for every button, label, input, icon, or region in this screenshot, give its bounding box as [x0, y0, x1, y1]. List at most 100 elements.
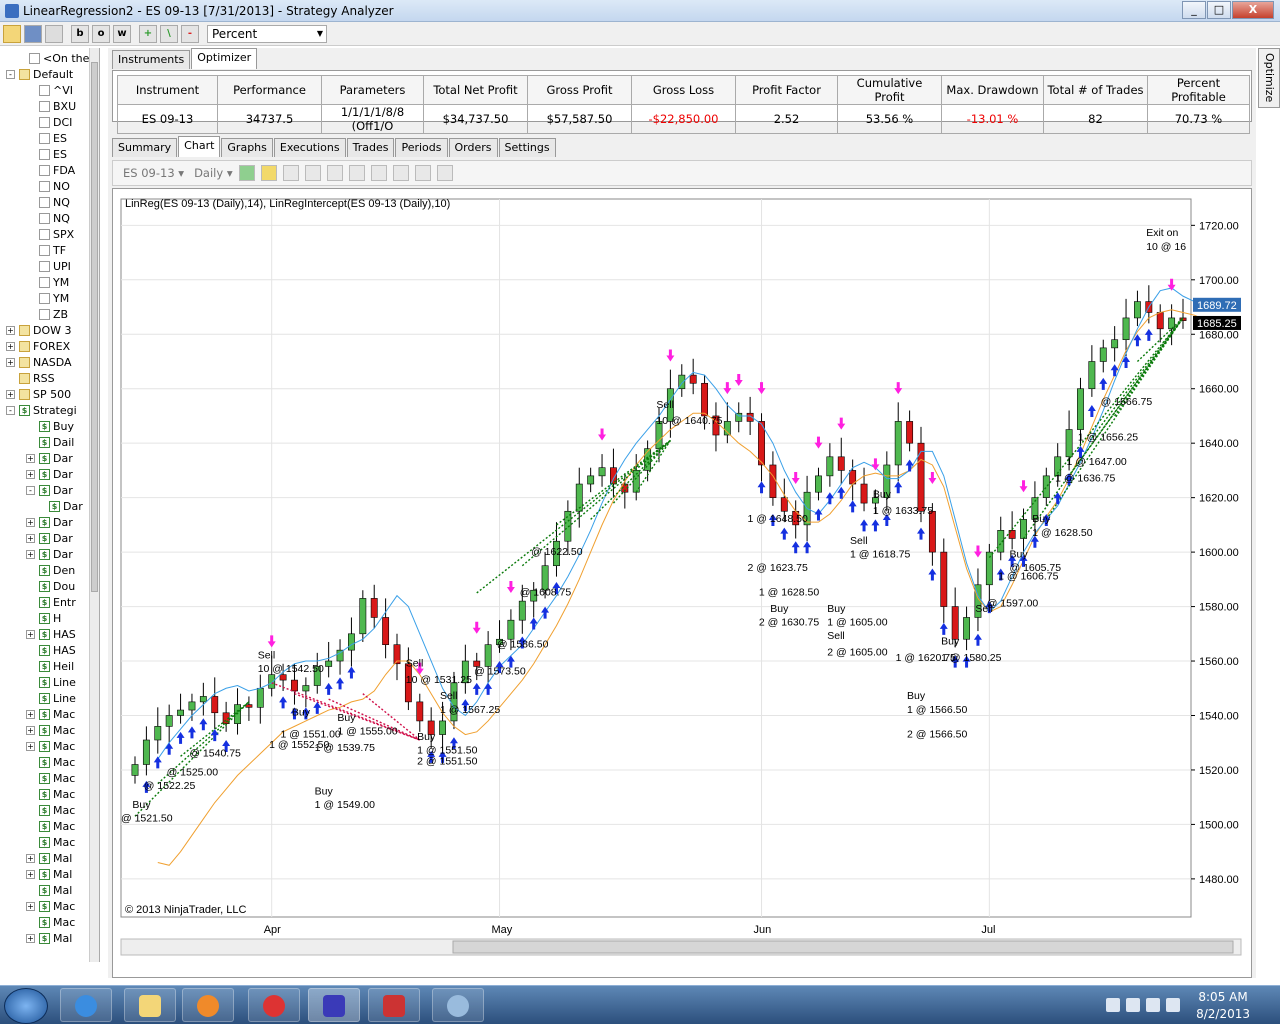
- candle[interactable]: [826, 456, 834, 477]
- sidebar-item[interactable]: + NASDA: [6, 354, 96, 370]
- tab-chart[interactable]: Chart: [178, 136, 221, 157]
- candle[interactable]: [1020, 519, 1027, 539]
- sidebar-item[interactable]: + SP 500: [6, 386, 96, 402]
- bar-type-icon[interactable]: [238, 165, 255, 181]
- column-header[interactable]: Total # of Trades: [1043, 75, 1148, 105]
- candle[interactable]: [302, 685, 310, 692]
- candle[interactable]: [815, 475, 822, 493]
- candle[interactable]: [1111, 339, 1119, 349]
- optimize-side-tab[interactable]: Optimize: [1258, 48, 1280, 108]
- candle[interactable]: [507, 619, 515, 640]
- candle[interactable]: [359, 598, 367, 635]
- ninjatrader-taskbar-button[interactable]: [308, 988, 360, 1022]
- candle[interactable]: [906, 421, 914, 444]
- column-header[interactable]: Cumulative Profit: [837, 75, 942, 105]
- tab-summary[interactable]: Summary: [112, 138, 178, 157]
- snapshot-icon[interactable]: [414, 165, 431, 181]
- candle[interactable]: [837, 456, 845, 471]
- candle[interactable]: [211, 696, 219, 714]
- minimize-button[interactable]: _: [1182, 1, 1206, 19]
- expand-icon[interactable]: +: [26, 629, 35, 639]
- expand-icon[interactable]: +: [6, 341, 15, 351]
- expand-icon[interactable]: +: [26, 741, 35, 751]
- tab-instruments[interactable]: Instruments: [112, 50, 191, 69]
- candle[interactable]: [370, 598, 378, 618]
- candle[interactable]: [1042, 475, 1050, 498]
- zoom-icon[interactable]: [348, 165, 365, 181]
- price-chart[interactable]: 1480.00 1500.00 1520.00 1540.00 1560.00 1580.…: [113, 189, 1251, 977]
- sidebar-item[interactable]: <On the: [16, 50, 99, 66]
- price-chart-panel[interactable]: 1480.00 1500.00 1520.00 1540.00 1560.00 1580.…: [112, 188, 1252, 978]
- candle[interactable]: [860, 483, 868, 504]
- tab-graphs[interactable]: Graphs: [221, 138, 273, 157]
- expand-icon[interactable]: +: [6, 325, 15, 335]
- indicator-icon[interactable]: [282, 165, 299, 181]
- expand-icon[interactable]: +: [26, 933, 35, 943]
- candle[interactable]: [256, 687, 264, 708]
- candle[interactable]: [188, 701, 196, 711]
- media-player-taskbar-button[interactable]: [182, 988, 234, 1022]
- toolbar-button-w[interactable]: w: [113, 24, 131, 43]
- candle[interactable]: [518, 600, 526, 621]
- app-taskbar-button[interactable]: [368, 988, 420, 1022]
- candle[interactable]: [769, 464, 777, 498]
- table-row[interactable]: ES 09-13 34737.5 1/1/1/1/8/8 (Off1/O $34,73…: [117, 104, 1250, 134]
- expand-icon[interactable]: +: [26, 549, 35, 559]
- tab-trades[interactable]: Trades: [346, 138, 395, 157]
- scrollbar-thumb[interactable]: [91, 62, 98, 592]
- data-box-icon[interactable]: [392, 165, 409, 181]
- sidebar-scrollbar[interactable]: [89, 48, 99, 962]
- edit-icon[interactable]: \: [160, 24, 178, 43]
- tab-settings[interactable]: Settings: [498, 138, 556, 157]
- candle[interactable]: [279, 674, 287, 681]
- add-icon[interactable]: +: [139, 24, 157, 43]
- candle[interactable]: [689, 374, 697, 384]
- panel-layout-icon[interactable]: [436, 165, 453, 181]
- remove-icon[interactable]: -: [181, 24, 199, 43]
- expand-icon[interactable]: +: [26, 469, 35, 479]
- maximize-button[interactable]: □: [1207, 1, 1231, 19]
- ie-taskbar-button[interactable]: [60, 988, 112, 1022]
- candle[interactable]: [1122, 317, 1130, 341]
- tab-optimizer[interactable]: Optimizer: [191, 48, 258, 69]
- candle[interactable]: [780, 497, 788, 512]
- candle[interactable]: [131, 764, 139, 776]
- sidebar-item[interactable]: - Default: [6, 66, 96, 82]
- volume-icon[interactable]: [1166, 998, 1180, 1012]
- draw-pencil-icon[interactable]: [260, 165, 277, 181]
- column-header[interactable]: Gross Loss: [631, 75, 736, 105]
- candle[interactable]: [268, 674, 276, 689]
- candle[interactable]: [154, 726, 162, 741]
- column-header[interactable]: Instrument: [117, 75, 218, 105]
- open-folder-icon[interactable]: [3, 24, 21, 43]
- candle[interactable]: [1099, 347, 1107, 362]
- expand-icon[interactable]: +: [26, 853, 35, 863]
- sidebar-item[interactable]: + DOW 3: [6, 322, 96, 338]
- tab-executions[interactable]: Executions: [273, 138, 346, 157]
- chart-scrollbar-thumb[interactable]: [452, 940, 1234, 954]
- toolbar-button-b[interactable]: b: [71, 24, 89, 43]
- candle[interactable]: [1134, 301, 1141, 319]
- expand-icon[interactable]: +: [26, 453, 35, 463]
- candle[interactable]: [1065, 429, 1073, 458]
- print-icon[interactable]: [45, 24, 63, 43]
- chrome-taskbar-button[interactable]: [248, 988, 300, 1022]
- paint-taskbar-button[interactable]: [432, 988, 484, 1022]
- plot-area[interactable]: [120, 198, 1192, 918]
- candle[interactable]: [894, 421, 902, 466]
- column-header[interactable]: Gross Profit: [527, 75, 632, 105]
- pointer-icon[interactable]: [326, 165, 343, 181]
- taskbar-clock[interactable]: 8:05 AM 8/2/2013: [1196, 989, 1250, 1023]
- toolbar-button-o[interactable]: o: [92, 24, 110, 43]
- expand-icon[interactable]: +: [26, 725, 35, 735]
- close-button[interactable]: X: [1232, 1, 1274, 19]
- candle[interactable]: [598, 467, 606, 477]
- candle[interactable]: [199, 696, 207, 703]
- save-icon[interactable]: [24, 24, 42, 43]
- network-icon[interactable]: [1146, 998, 1160, 1012]
- column-header[interactable]: Percent Profitable: [1147, 75, 1250, 105]
- candle[interactable]: [951, 606, 959, 640]
- column-header[interactable]: Max. Drawdown: [941, 75, 1044, 105]
- interval-dropdown[interactable]: Daily ▾: [194, 166, 233, 180]
- expand-icon[interactable]: +: [26, 709, 35, 719]
